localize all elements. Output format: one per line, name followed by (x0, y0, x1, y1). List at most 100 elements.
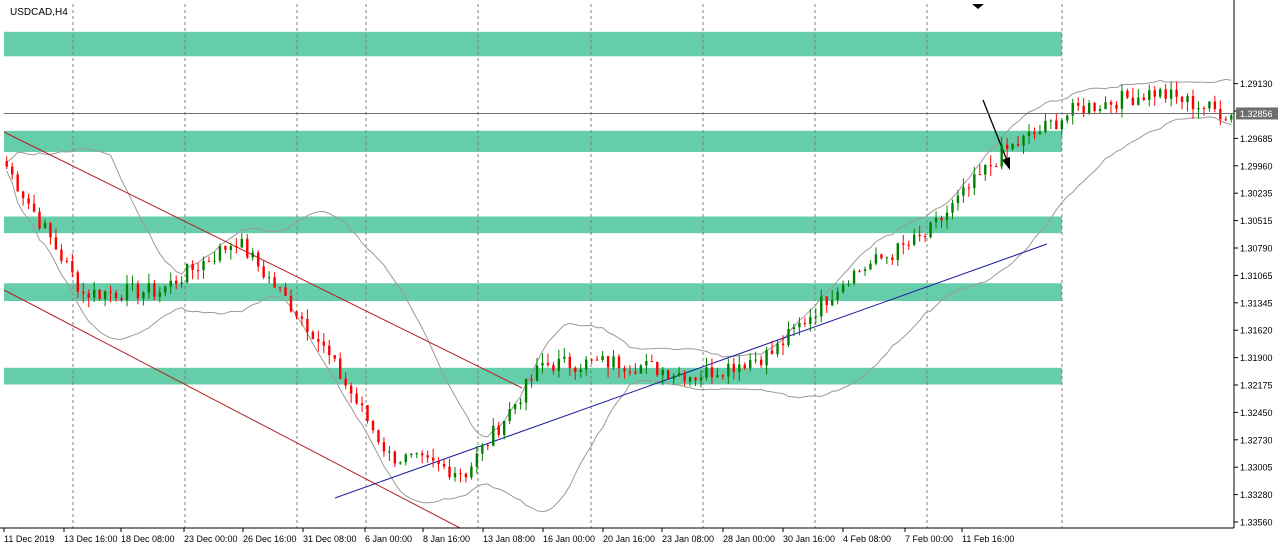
candle-body (54, 237, 58, 250)
candle-body (852, 270, 856, 284)
candle-body (5, 161, 8, 167)
candle-body (60, 249, 63, 261)
candle-body (114, 292, 118, 299)
candle-body (295, 311, 298, 317)
candle-body (371, 420, 375, 431)
candle-body (1011, 144, 1014, 149)
candle-body (481, 445, 484, 454)
candle-body (634, 371, 637, 374)
candle-body (863, 269, 867, 271)
candle-body (995, 166, 998, 168)
candle-body (213, 260, 216, 262)
candle-body (1087, 103, 1091, 114)
candle-body (688, 377, 692, 382)
candle-body (1202, 108, 1206, 110)
support-resistance-zone-4[interactable] (4, 283, 1062, 302)
candle-body (967, 187, 971, 189)
candle-body (453, 473, 457, 478)
candle-body (1027, 132, 1031, 136)
candle-body (475, 453, 479, 467)
candle-body (519, 402, 522, 405)
price-tick-label: 1.30235 (1240, 189, 1273, 199)
candle-body (759, 359, 763, 366)
support-resistance-zone-1[interactable] (4, 31, 1062, 57)
candle-body (27, 198, 30, 204)
support-resistance-zone-2[interactable] (4, 130, 1062, 152)
candle-body (836, 292, 839, 300)
candle-body (366, 405, 369, 421)
candle-body (677, 372, 681, 376)
candle-body (710, 367, 714, 378)
candle-body (1033, 132, 1036, 134)
candle-body (257, 252, 260, 267)
candle-body (989, 165, 992, 167)
candle-body (360, 403, 364, 406)
candle-body (251, 252, 254, 258)
candle-body (49, 223, 52, 238)
candle-body (656, 361, 659, 376)
price-tick-label: 1.31065 (1240, 271, 1273, 281)
candle-body (1197, 108, 1200, 110)
candle-body (196, 270, 200, 272)
candle-body (1077, 103, 1080, 106)
candle-body (869, 263, 872, 270)
price-tick-label: 1.31345 (1240, 298, 1273, 308)
candle-body (388, 451, 391, 453)
candle-body (923, 236, 927, 238)
time-tick-label: 28 Jan 00:00 (723, 534, 775, 544)
price-chart[interactable]: 1.33560 1.33280 1.33005 1.32730 1.32450 1.321… (0, 0, 1280, 551)
candle-body (628, 371, 632, 373)
candle-body (503, 420, 506, 435)
candle-body (803, 323, 807, 325)
chart-canvas[interactable]: 1.33560 1.33280 1.33005 1.32730 1.32450 1.321… (0, 0, 1280, 551)
candle-body (131, 283, 134, 285)
time-tick-label: 13 Jan 08:00 (483, 534, 535, 544)
candle-body (147, 283, 151, 293)
candle-body (486, 445, 489, 447)
candle-body (229, 246, 233, 250)
candle-body (93, 289, 96, 298)
candle-body (349, 385, 353, 394)
candle-body (180, 282, 183, 284)
candle-body (103, 291, 107, 299)
candle-body (1049, 120, 1053, 122)
time-tick-label: 4 Feb 08:00 (843, 534, 891, 544)
candle-body (743, 364, 746, 369)
candle-body (1109, 102, 1113, 105)
candle-body (109, 291, 112, 293)
candle-body (125, 284, 129, 301)
candle-body (421, 453, 424, 456)
candle-body (284, 287, 287, 296)
candle-body (858, 270, 861, 272)
candle-body (770, 350, 774, 355)
candle-body (1115, 104, 1118, 109)
candle-body (1191, 96, 1195, 110)
candle-body (896, 243, 899, 260)
candle-body (437, 460, 440, 464)
time-tick-label: 26 Dec 16:00 (243, 534, 297, 544)
candle-body (1038, 131, 1042, 134)
candle-body (175, 280, 178, 284)
candle-body (913, 234, 916, 245)
time-tick-label: 13 Dec 16:00 (64, 534, 118, 544)
time-tick-label: 23 Dec 00:00 (184, 534, 238, 544)
candle-body (1016, 144, 1020, 146)
price-tick-label: 1.33560 (1240, 518, 1273, 528)
candle-body (76, 272, 79, 292)
candle-body (65, 260, 69, 262)
chart-background (0, 0, 1280, 551)
candle-body (612, 356, 615, 368)
candle-body (410, 454, 413, 456)
price-tick-label: 1.30515 (1240, 216, 1273, 226)
candle-body (672, 375, 675, 379)
candle-body (962, 187, 965, 196)
support-resistance-zone-3[interactable] (4, 216, 1062, 234)
candle-body (787, 328, 790, 346)
candle-body (21, 191, 25, 199)
candle-body (153, 283, 156, 297)
candle-body (535, 365, 539, 381)
candle-body (278, 287, 282, 289)
candle-body (98, 289, 101, 299)
candle-body (262, 266, 265, 278)
candle-body (825, 296, 828, 306)
